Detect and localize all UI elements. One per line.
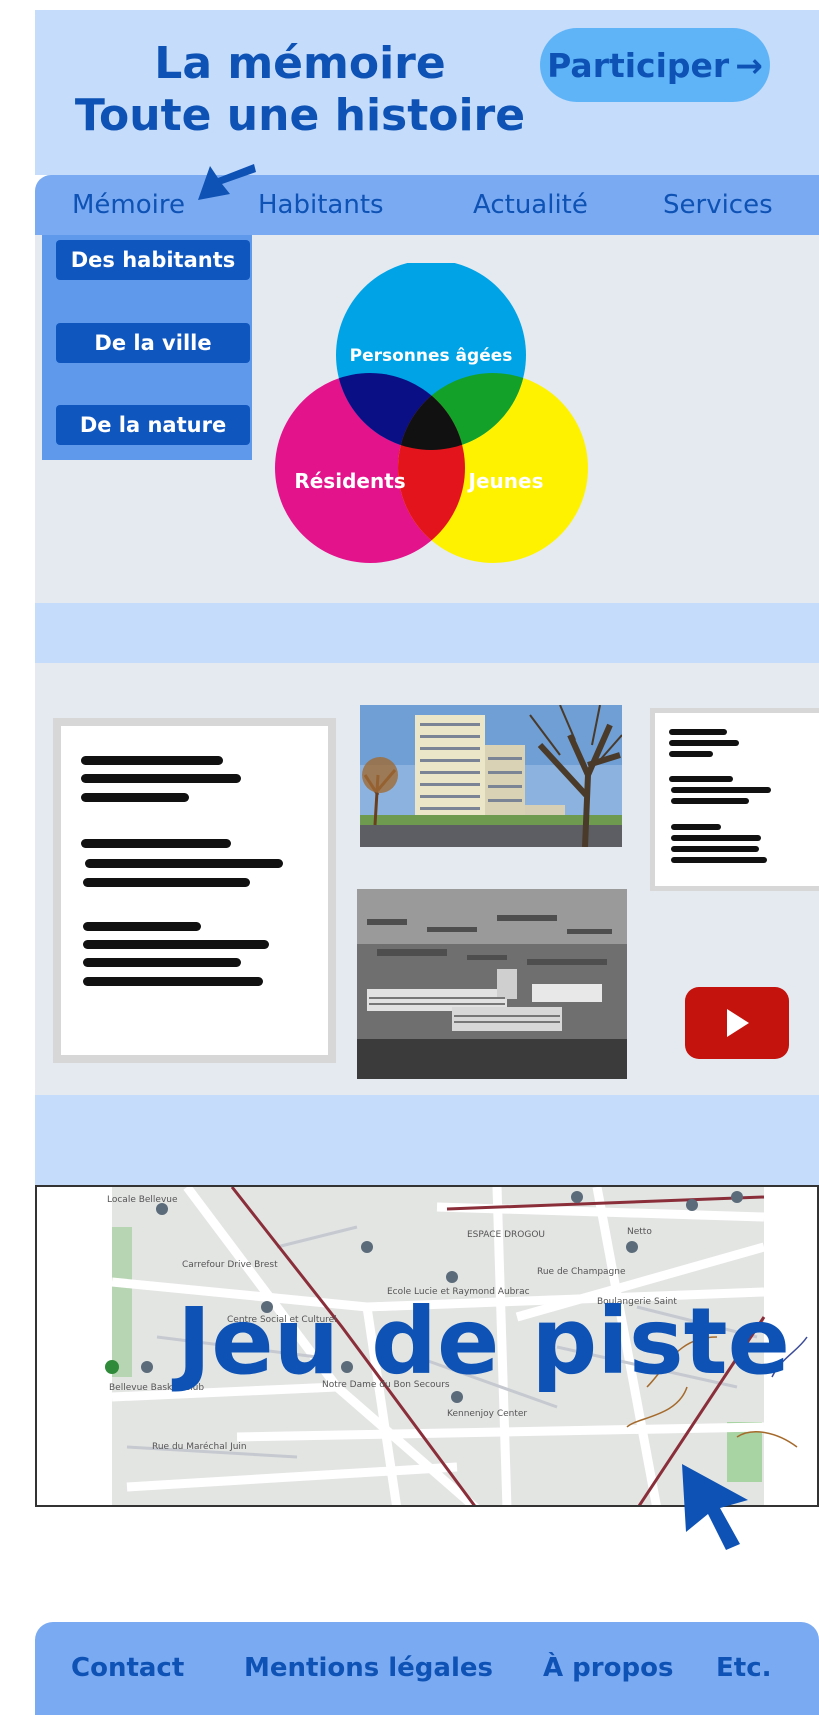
venn-label-top: Personnes âgées <box>350 346 513 366</box>
map-label-9: Rue de Champagne <box>537 1267 626 1277</box>
text-card-small <box>650 708 819 891</box>
participate-button[interactable]: Participer → <box>540 28 770 102</box>
submenu-de-la-ville[interactable]: De la ville <box>56 323 250 363</box>
map-label-10: Rue du Maréchal Juin <box>152 1442 247 1452</box>
media-panel <box>35 663 819 1095</box>
photo-aerial-bw <box>357 889 627 1079</box>
text-card-large <box>53 718 336 1063</box>
nav-item-memoire[interactable]: Mémoire <box>72 175 185 235</box>
venn-diagram: Personnes âgées Résidents Jeunes <box>275 263 588 563</box>
main-nav: Mémoire Habitants Actualité Services <box>35 175 819 235</box>
footer-mentions-legales[interactable]: Mentions légales <box>244 1622 493 1715</box>
site-title-line1: La mémoire <box>154 38 446 89</box>
submenu-de-la-nature[interactable]: De la nature <box>56 405 250 445</box>
treasure-hunt-map[interactable]: Locale Bellevue Carrefour Drive Brest Ce… <box>35 1185 819 1507</box>
map-label-7: Netto <box>627 1227 652 1237</box>
cursor-icon <box>682 1464 748 1550</box>
separator-band <box>35 603 819 663</box>
photo-building-color <box>360 705 622 847</box>
nav-item-services[interactable]: Services <box>663 175 773 235</box>
memoire-panel: Des habitants De la ville De la nature P… <box>35 235 819 603</box>
submenu-des-habitants[interactable]: Des habitants <box>56 240 250 280</box>
participate-label: Participer <box>547 45 730 85</box>
map-label-3: ESPACE DROGOU <box>467 1230 545 1240</box>
youtube-play-icon[interactable] <box>683 985 791 1061</box>
site-title: La mémoire Toute une histoire <box>35 38 565 142</box>
site-title-line2: Toute une histoire <box>74 90 526 141</box>
footer: Contact Mentions légales À propos Etc. <box>35 1622 819 1715</box>
separator-band-2 <box>35 1095 819 1185</box>
venn-label-left: Résidents <box>294 469 405 493</box>
nav-item-actualite[interactable]: Actualité <box>473 175 588 235</box>
footer-contact[interactable]: Contact <box>71 1622 184 1715</box>
venn-label-right: Jeunes <box>467 469 544 493</box>
arrow-right-icon: → <box>735 45 763 85</box>
map-title[interactable]: Jeu de piste <box>177 1292 790 1392</box>
footer-etc[interactable]: Etc. <box>716 1622 771 1715</box>
map-label-0: Locale Bellevue <box>107 1195 178 1205</box>
header: La mémoire Toute une histoire Participer… <box>35 10 819 175</box>
pointer-arrow-icon <box>198 164 256 200</box>
footer-a-propos[interactable]: À propos <box>543 1622 673 1715</box>
nav-item-habitants[interactable]: Habitants <box>258 175 384 235</box>
map-label-8: Kennenjoy Center <box>447 1409 528 1419</box>
map-label-1: Carrefour Drive Brest <box>182 1260 278 1270</box>
